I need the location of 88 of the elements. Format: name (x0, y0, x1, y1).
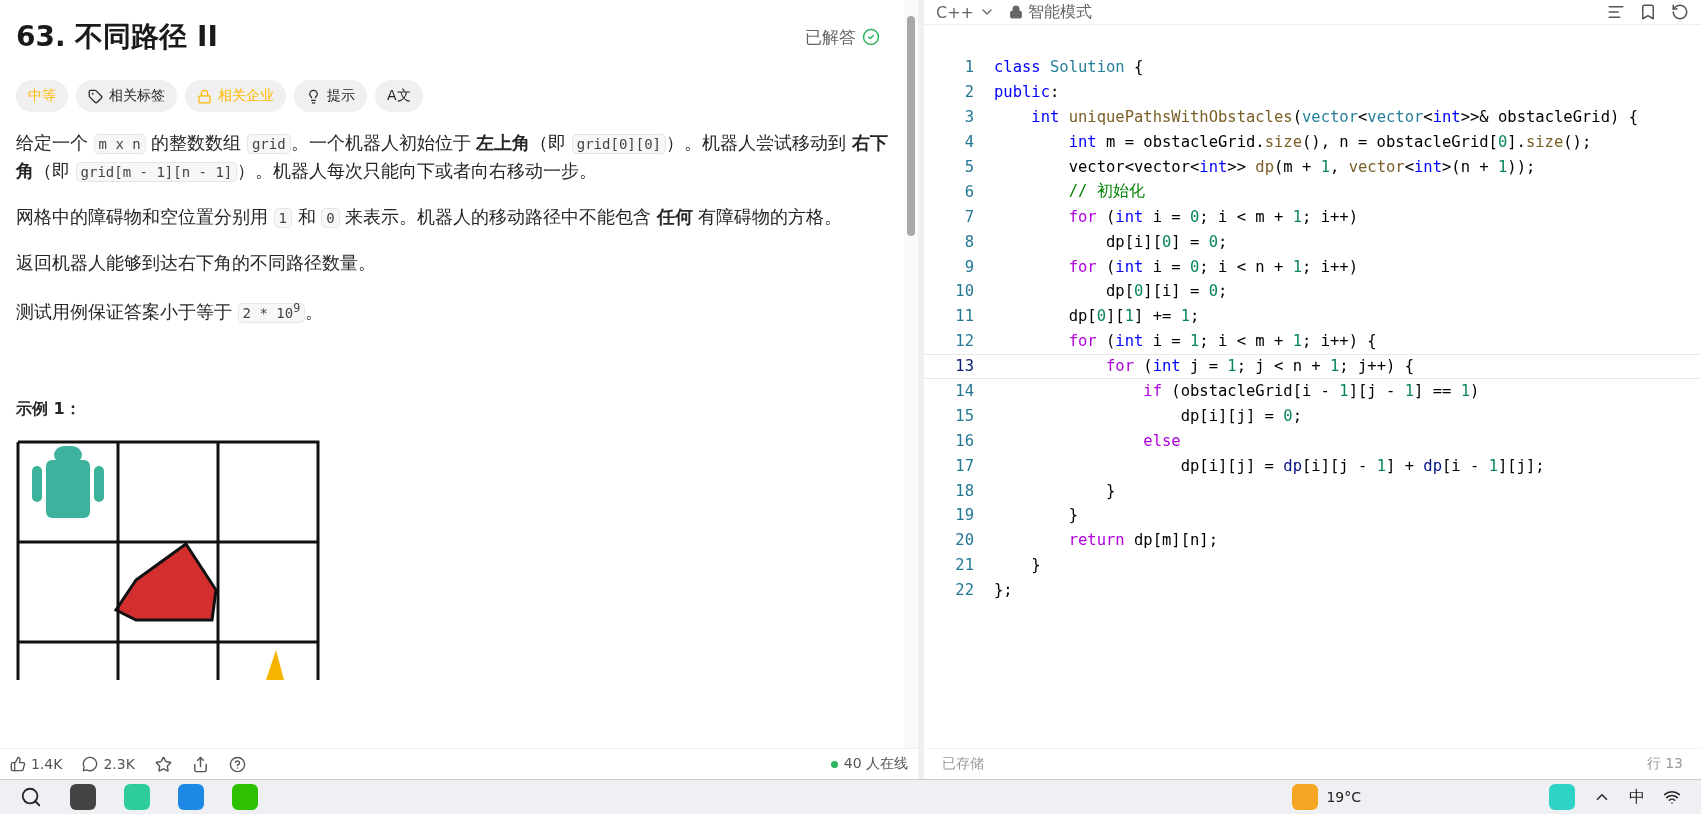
code-text: for (int i = 0; i < m + 1; i++) (1067, 207, 1358, 226)
code-text: int uniquePathsWithObstacles(vector<vector<int>>& obstacleGrid) { (1030, 108, 1638, 127)
description-paragraph: 给定一个 m x n 的整数数组 grid 。一个机器人初始位于 左上角（即 grid[0][0] ）。机器人尝试移动到 右下角（即 grid[m - 1][n - 1] ）。机器人每次只能向下或者向右移动一步。 (16, 132, 888, 184)
mode-label[interactable]: 智能模式 (1028, 1, 1092, 23)
line-number: 15 (954, 406, 975, 425)
help-icon[interactable] (228, 755, 246, 773)
comment-icon[interactable] (82, 756, 99, 772)
format-icon[interactable] (1607, 3, 1625, 21)
language-select[interactable]: C++ (936, 2, 974, 22)
lock-icon (1009, 5, 1023, 19)
code-text: } (1030, 556, 1041, 575)
comment-count[interactable]: 2.3K (103, 756, 135, 772)
tag-button[interactable]: 提示 (294, 80, 367, 112)
code-text: dp[0][i] = 0; (1104, 282, 1228, 301)
inline-code: 0 (321, 208, 340, 228)
inline-code: grid[0][0] (571, 134, 667, 154)
code-text: } (1104, 481, 1116, 500)
line-number: 18 (954, 481, 975, 500)
line-number: 16 (954, 431, 975, 450)
inline-code: grid (246, 134, 291, 154)
input-method[interactable]: 中 (1629, 786, 1645, 808)
code-text: vector<vector<int>> dp(m + 1, vector<int>(n + 1)); (1067, 158, 1536, 176)
inline-code: 1 (273, 208, 292, 228)
line-number: 5 (963, 158, 975, 176)
code-text: if (obstacleGrid[i - 1][j - 1] == 1) (1142, 382, 1480, 400)
share-icon[interactable] (191, 755, 209, 773)
line-number: 17 (954, 456, 975, 475)
line-number: 1 (963, 58, 975, 77)
tag-icon (88, 88, 103, 104)
description-paragraph: 返回机器人能够到达右下角的不同路径数量。 (16, 252, 377, 275)
code-text: dp[0][1] += 1; (1067, 307, 1200, 326)
line-number: 10 (954, 282, 975, 301)
cursor-position: 行 13 (1646, 755, 1683, 773)
line-number: 8 (963, 232, 975, 251)
code-text: dp[i][0] = 0; (1104, 232, 1228, 251)
scrollbar[interactable] (904, 0, 918, 748)
inline-code: grid[m - 1][n - 1] (75, 162, 238, 182)
problem-title: 63. 不同路径 II (16, 19, 218, 55)
code-text: return dp[m][n]; (1067, 531, 1218, 550)
star-icon[interactable] (154, 755, 172, 773)
code-text: }; (994, 581, 1013, 600)
reset-icon[interactable] (1671, 3, 1689, 21)
tag-button[interactable]: 相关标签 (76, 80, 177, 112)
line-number: 3 (963, 108, 975, 127)
example-heading: 示例 1： (16, 398, 82, 420)
online-count: 40 人在线 (843, 755, 908, 773)
search-icon[interactable] (20, 786, 42, 808)
description-paragraph: 测试用例保证答案小于等于 2 * 10$^{9}$ 。 (16, 300, 325, 325)
code-text: // 初始化 (1067, 181, 1145, 203)
wifi-icon[interactable] (1663, 788, 1681, 806)
line-number: 7 (963, 207, 975, 226)
description-paragraph: 网格中的障碍物和空位置分别用 1 和 0 来表示。机器人的移动路径中不能包含 任何 有障碍物的方格。 (16, 206, 844, 230)
difficulty-badge: 中等 (16, 80, 68, 112)
line-number: 21 (954, 556, 975, 575)
thumbs-up-icon[interactable] (10, 756, 26, 772)
bookmark-icon[interactable] (1639, 3, 1657, 21)
line-number: 12 (954, 332, 975, 351)
lightbulb-icon (306, 88, 321, 104)
code-text: for (int i = 0; i < n + 1; i++) (1067, 257, 1358, 276)
line-number: 22 (954, 581, 975, 600)
online-dot (830, 760, 838, 768)
check-icon (862, 28, 880, 46)
inline-code: m x n (93, 134, 146, 154)
code-text: dp[i][j] = 0; (1179, 406, 1302, 425)
line-number: 11 (954, 307, 975, 326)
line-number: 6 (963, 182, 975, 201)
save-status: 已存储 (942, 755, 984, 773)
line-number: 20 (954, 531, 975, 550)
solved-status: 已解答 (805, 25, 856, 49)
line-number: 13 (954, 357, 975, 376)
code-text: else (1142, 431, 1181, 450)
lock-icon (197, 88, 212, 104)
like-count[interactable]: 1.4K (31, 756, 63, 772)
code-text: class Solution { (994, 58, 1144, 77)
line-number: 4 (963, 133, 975, 152)
line-number: 9 (963, 257, 975, 276)
code-text: public: (994, 83, 1060, 102)
code-text: for (int j = 1; j < n + 1; j++) { (1104, 357, 1414, 376)
line-number: 2 (963, 83, 975, 102)
inline-code: 2 * 10$^{9}$ (237, 302, 306, 323)
code-text: int m = obstacleGrid.size(), n = obstacleGrid[0].size(); (1067, 133, 1592, 152)
code-text: } (1067, 506, 1078, 525)
tag-button[interactable]: A文 (375, 80, 423, 112)
code-text: dp[i][j] = dp[i][j - 1] + dp[i - 1][j]; (1179, 456, 1545, 475)
temperature: 19°C (1326, 789, 1361, 805)
code-text: for (int i = 1; i < m + 1; i++) { (1067, 332, 1377, 351)
line-number: 19 (954, 506, 975, 525)
line-number: 14 (954, 382, 975, 400)
